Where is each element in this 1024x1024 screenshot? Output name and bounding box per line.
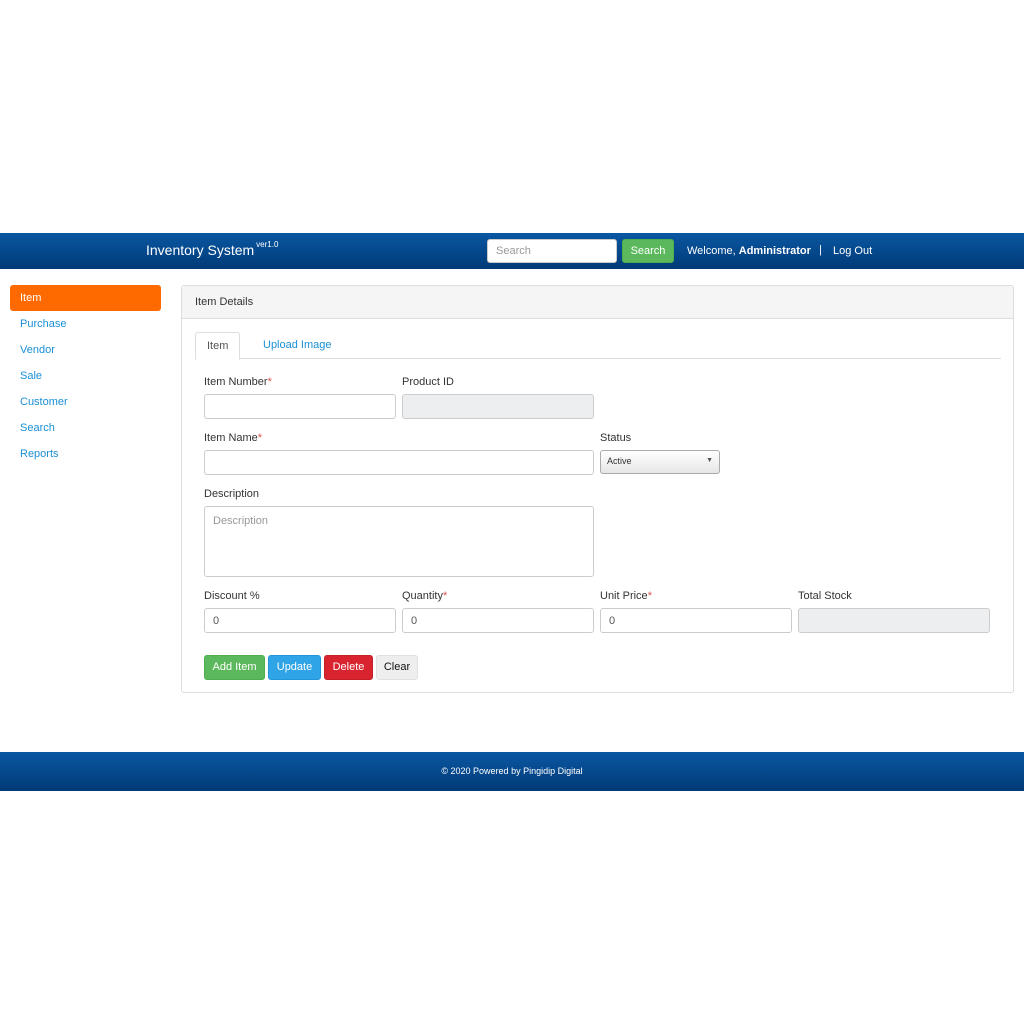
description-textarea[interactable] [204,506,594,577]
sidebar-item-search[interactable]: Search [10,415,161,441]
sidebar-item-sale[interactable]: Sale [10,363,161,389]
tab-upload-image[interactable]: Upload Image [252,332,343,359]
tab-item[interactable]: Item [195,332,241,360]
delete-button[interactable]: Delete [324,655,373,680]
top-navbar: Inventory Systemver1.0 Search Welcome, A… [0,233,1024,269]
search-button[interactable]: Search [622,239,674,263]
app-brand[interactable]: Inventory System ver1.0 [146,240,279,258]
sidebar-item-reports[interactable]: Reports [10,441,161,467]
search-input[interactable] [487,239,617,263]
status-value: Active [607,456,632,466]
required-mark: * [267,376,272,388]
description-label: Description [204,488,260,500]
item-name-input[interactable] [204,450,594,475]
unit-price-label: Unit Price* [600,590,652,602]
logout-link[interactable]: Log Out [833,245,872,257]
sidebar-item-item[interactable]: Item [10,285,161,311]
product-id-label: Product ID [402,376,454,388]
welcome-prefix: Welcome, [687,245,736,257]
item-details-panel: Item Details Item Upload Image Item Numb… [181,285,1014,693]
total-stock-label: Total Stock [798,590,852,602]
quantity-label: Quantity* [402,590,448,602]
required-mark: * [647,590,652,602]
unit-price-input[interactable] [600,608,792,633]
page-footer: © 2020 Powered by Pingidip Digital [0,752,1024,791]
app-title: Inventory System [146,242,255,258]
sidebar-item-customer[interactable]: Customer [10,389,161,415]
quantity-input[interactable] [402,608,594,633]
status-label: Status [600,432,632,444]
app-version: ver1.0 [256,240,279,249]
panel-title: Item Details [182,286,1013,319]
item-name-label: Item Name* [204,432,263,444]
item-number-label: Item Number* [204,376,272,388]
update-button[interactable]: Update [268,655,321,680]
sidebar-item-vendor[interactable]: Vendor [10,337,161,363]
tab-bar: Item Upload Image [195,332,1001,360]
add-item-button[interactable]: Add Item [204,655,265,680]
header-separator: | [819,244,822,256]
sidebar-nav: Item Purchase Vendor Sale Customer Searc… [10,285,161,467]
product-id-input [402,394,594,419]
welcome-message: Welcome, Administrator [687,245,811,257]
required-mark: * [442,590,448,602]
required-mark: * [257,432,263,444]
discount-input[interactable] [204,608,396,633]
footer-text: © 2020 Powered by Pingidip Digital [441,766,583,776]
sidebar-item-purchase[interactable]: Purchase [10,311,161,337]
total-stock-input [798,608,990,633]
clear-button[interactable]: Clear [376,655,418,680]
status-select[interactable]: Active ▼ [600,450,720,474]
discount-label: Discount % [204,590,260,602]
item-number-input[interactable] [204,394,396,419]
username: Administrator [738,245,811,257]
chevron-down-icon: ▼ [706,457,713,464]
